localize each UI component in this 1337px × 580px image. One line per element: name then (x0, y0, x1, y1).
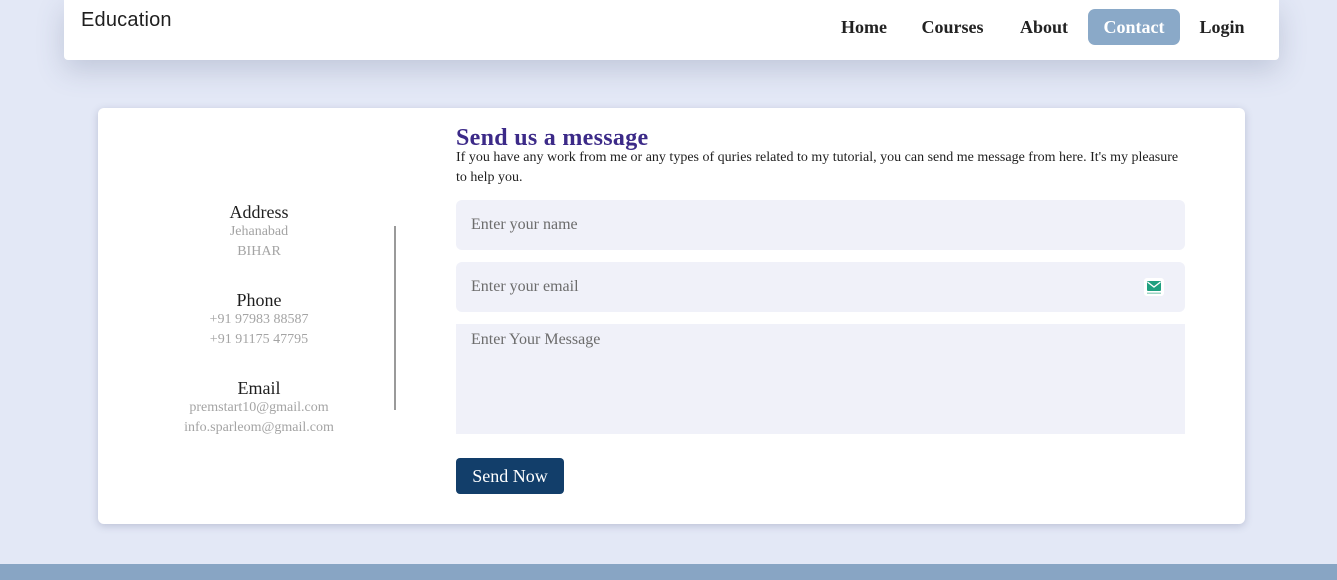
nav-menu: Home Courses About Contact Login (64, 9, 1279, 45)
phone-block: Phone +91 97983 88587 +91 91175 47795 (159, 290, 359, 350)
email-block: Email premstart10@gmail.com info.sparleo… (159, 378, 359, 438)
send-now-button[interactable]: Send Now (456, 458, 564, 494)
vertical-divider (394, 226, 396, 410)
address-line: Jehanabad (229, 224, 289, 239)
nav-home[interactable]: Home (833, 9, 895, 45)
name-input[interactable] (456, 200, 1185, 250)
envelope-icon (1144, 278, 1164, 296)
nav-courses[interactable]: Courses (913, 9, 992, 45)
email-address: info.sparleom@gmail.com (184, 420, 334, 435)
form-description: If you have any work from me or any type… (456, 150, 1179, 185)
nav-login[interactable]: Login (1190, 9, 1254, 45)
phone-heading: Phone (236, 290, 282, 310)
phone-number: +91 97983 88587 (209, 312, 309, 327)
message-textarea[interactable] (456, 324, 1185, 434)
email-heading: Email (237, 378, 281, 398)
nav-about[interactable]: About (1010, 9, 1078, 45)
contact-card: Address Jehanabad BIHAR Phone +91 97983 … (98, 108, 1245, 524)
contact-info: Address Jehanabad BIHAR Phone +91 97983 … (98, 108, 423, 524)
footer-band (0, 564, 1337, 580)
address-line: BIHAR (237, 244, 281, 259)
phone-number: +91 91175 47795 (209, 332, 309, 347)
navbar: Education Home Courses About Contact Log… (64, 0, 1279, 60)
email-input[interactable] (456, 262, 1185, 312)
address-heading: Address (229, 202, 289, 222)
email-address: premstart10@gmail.com (189, 400, 329, 415)
nav-contact[interactable]: Contact (1088, 9, 1180, 45)
address-block: Address Jehanabad BIHAR (159, 202, 359, 262)
